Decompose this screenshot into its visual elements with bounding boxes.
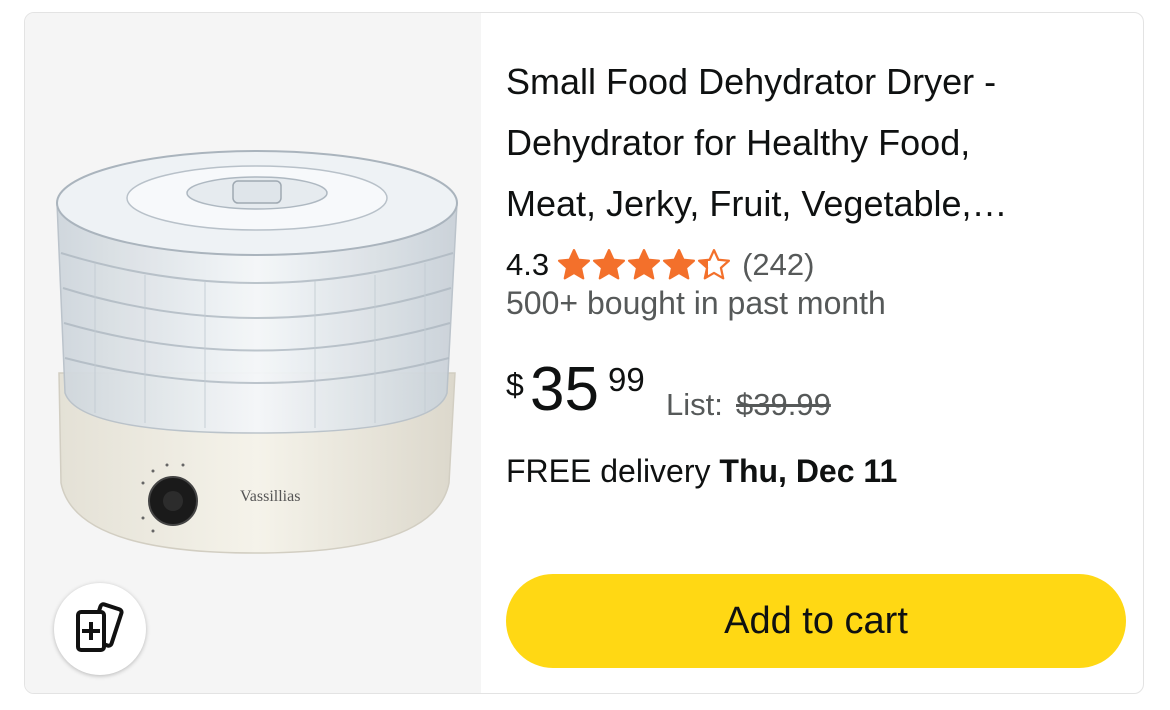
- star-icon: [628, 248, 661, 280]
- price-currency-symbol: $: [506, 367, 524, 403]
- price-fraction: 99: [608, 361, 645, 398]
- compare-add-icon: [76, 602, 124, 652]
- product-title-line: Dehydrator for Healthy Food,: [506, 122, 971, 163]
- add-to-cart-button[interactable]: Add to cart: [506, 574, 1126, 668]
- star-icon: [663, 248, 696, 280]
- star-icon: [698, 248, 731, 280]
- product-title-line: Small Food Dehydrator Dryer -: [506, 61, 997, 102]
- list-price: $39.99: [736, 387, 831, 422]
- star-rating: [557, 248, 732, 282]
- price-block: $ 35 99 List: $39.99: [506, 347, 1006, 437]
- compare-button[interactable]: [54, 583, 146, 675]
- rating-value: 4.3: [506, 247, 550, 282]
- rating-row[interactable]: 4.3 (242): [506, 243, 814, 287]
- price-whole: 35: [530, 355, 599, 424]
- bought-in-past-month: 500+ bought in past month: [506, 285, 886, 321]
- list-price-label: List:: [666, 387, 723, 422]
- star-icon: [593, 248, 626, 280]
- star-icon: [558, 248, 591, 280]
- brand-text-on-image: Vassillias: [240, 488, 300, 505]
- delivery-info: FREE delivery Thu, Dec 11: [506, 451, 897, 491]
- product-image-pane[interactable]: Vassillias: [25, 13, 481, 693]
- delivery-date: Thu, Dec 11: [719, 453, 898, 489]
- review-count: (242): [742, 247, 815, 282]
- product-title-line: Meat, Jerky, Fruit, Vegetable,…: [506, 183, 1008, 224]
- delivery-prefix: FREE delivery: [506, 453, 720, 489]
- product-card[interactable]: Vassillias Small Food Dehydrator Dryer -…: [24, 12, 1144, 694]
- product-title[interactable]: Small Food Dehydrator Dryer - Dehydrator…: [506, 51, 1106, 234]
